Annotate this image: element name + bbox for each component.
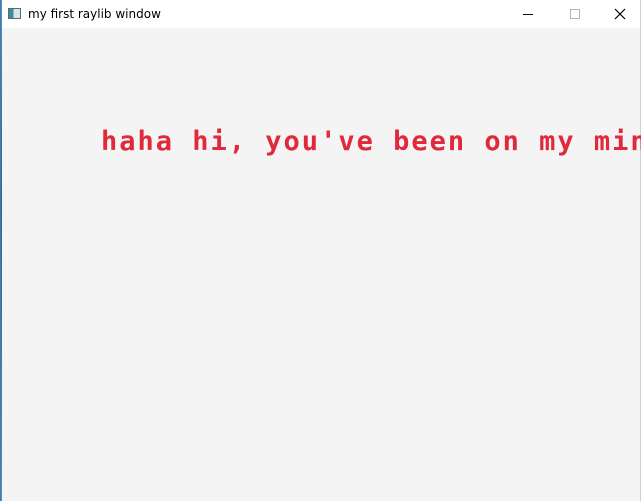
minimize-icon	[523, 14, 533, 15]
close-button[interactable]	[596, 0, 641, 28]
app-icon[interactable]	[8, 8, 21, 19]
title-bar[interactable]: my first raylib window	[2, 0, 640, 28]
minimize-button[interactable]	[504, 0, 550, 28]
close-icon	[614, 8, 626, 20]
maximize-icon	[570, 9, 580, 19]
app-window: my first raylib window haha hi, you've b…	[0, 0, 641, 501]
raylib-canvas[interactable]	[2, 28, 640, 501]
window-title: my first raylib window	[28, 7, 161, 21]
canvas-message: haha hi, you've been on my mind	[101, 126, 641, 157]
maximize-button[interactable]	[550, 0, 596, 28]
